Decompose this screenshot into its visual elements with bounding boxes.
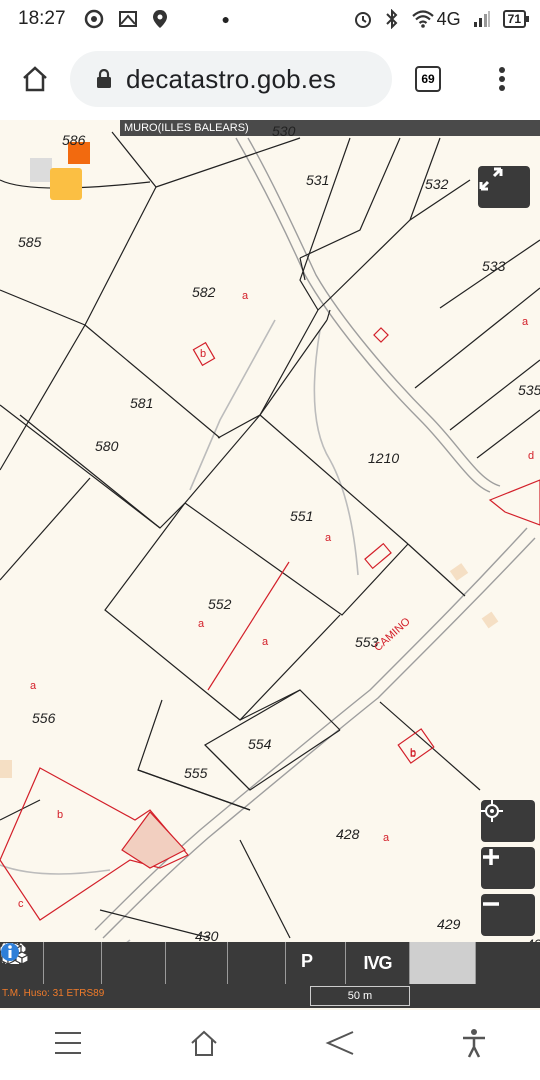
parcel-number[interactable]: 429 [437,916,460,932]
menu-icon [499,67,505,91]
tabs-button[interactable]: 69 [392,38,464,120]
map-canvas[interactable] [0,120,540,1010]
browser-home-button[interactable] [0,38,70,120]
catastro-logo-icon [30,142,90,200]
ivg-icon: IVG [363,952,392,973]
parcel-number[interactable]: 585 [18,234,41,250]
accessibility-icon [463,1028,485,1058]
zoom-out-icon [483,902,499,906]
parcel-number[interactable]: 582 [192,284,215,300]
fullscreen-button[interactable] [478,166,530,208]
zoom-in-button[interactable] [481,847,535,889]
bluetooth-icon [385,9,398,29]
back-button[interactable] [325,1029,355,1062]
system-nav-bar [0,1010,540,1080]
url-text: decatastro.gob.es [126,63,337,94]
recents-icon [55,1031,81,1054]
subparcel-letter: a [242,290,249,302]
cadastral-map[interactable]: MURO(ILLES BALEARS) 586 530 531 532 585 533 58… [0,120,540,1010]
parcel-number[interactable]: 556 [32,710,55,726]
subparcel-letter: a [383,832,390,844]
status-system: 4G 71 [353,8,530,30]
subparcel-letter: c [18,898,24,910]
mail-icon [118,11,137,27]
alarm-icon [354,12,371,28]
search-button[interactable] [1,942,102,984]
parcel-number[interactable]: 586 [62,132,85,148]
home-button[interactable] [189,1029,219,1062]
signal-icon [473,11,490,27]
network-type: 4G [436,8,461,29]
tabs-icon: 69 [415,66,441,92]
parcel-number[interactable]: 535 [518,382,540,398]
status-notifications [84,9,168,29]
recents-button[interactable] [53,1030,83,1061]
municipio-label: MURO(ILLES BALEARS) [120,120,540,136]
zoom-out-button[interactable] [481,894,535,936]
crs-label: T.M. Huso: 31 ETRS89 [2,988,105,999]
subparcel-letter: b [57,809,64,821]
print-button[interactable] [1,942,286,984]
subparcel-letter: b [410,748,417,760]
subparcel-letter: a [325,532,332,544]
subparcel-letter: a [262,636,269,648]
browser-toolbar: decatastro.gob.es 69 [0,38,540,120]
subparcel-letter: a [522,316,529,328]
parcel-number[interactable]: 552 [208,596,231,612]
layers-button[interactable] [1,942,166,984]
subparcel-letter: a [198,618,205,630]
ivg-button[interactable]: IVG [346,942,410,984]
home-icon [191,1030,217,1056]
accessibility-button[interactable] [461,1028,487,1063]
parcel-number[interactable]: 1210 [368,450,399,466]
status-dot: ● [221,11,231,27]
subparcel-letter: b [200,348,207,360]
parking-button[interactable]: P [1,942,346,984]
parcel-number[interactable]: 530 [272,123,295,139]
home-icon [23,66,47,92]
battery-icon: 71 [502,10,530,28]
catastro-logo [30,142,92,204]
zoom-in-icon [483,849,499,865]
browser-menu-button[interactable] [464,38,540,120]
wifi-icon [411,10,434,28]
location-icon [152,10,167,28]
parcel-number[interactable]: 533 [482,258,505,274]
parcel-number[interactable]: 531 [306,172,329,188]
parcel-number[interactable]: 555 [184,765,207,781]
parcel-number[interactable]: 554 [248,736,271,752]
chrome-icon [84,9,103,29]
parcel-number[interactable]: 551 [290,508,313,524]
subparcel-letter: d [528,450,535,462]
lock-icon [97,69,111,88]
parcel-number[interactable]: 532 [425,176,448,192]
scale-bar: 50 m [310,986,410,1006]
subparcel-letter: a [30,680,37,692]
status-time: 18:27 [18,8,66,29]
parcel-number[interactable]: 580 [95,438,118,454]
info-button[interactable] [1,942,540,984]
locate-button[interactable] [481,800,535,842]
parcel-number[interactable]: 428 [336,826,359,842]
parking-label: P [300,950,313,971]
locate-icon [481,800,503,822]
measure-button[interactable] [0,942,228,984]
3d-view-button[interactable] [0,942,476,984]
map-footer: T.M. Huso: 31 ETRS89 50 m [0,984,540,1008]
map-toolbar: P IVG [0,942,540,984]
info-icon [1,943,19,961]
status-bar: 18:27 ● 4G 71 [0,0,540,38]
url-bar[interactable]: decatastro.gob.es [70,51,392,107]
expand-icon [479,167,503,191]
back-icon [325,1030,354,1055]
parcel-number[interactable]: 581 [130,395,153,411]
